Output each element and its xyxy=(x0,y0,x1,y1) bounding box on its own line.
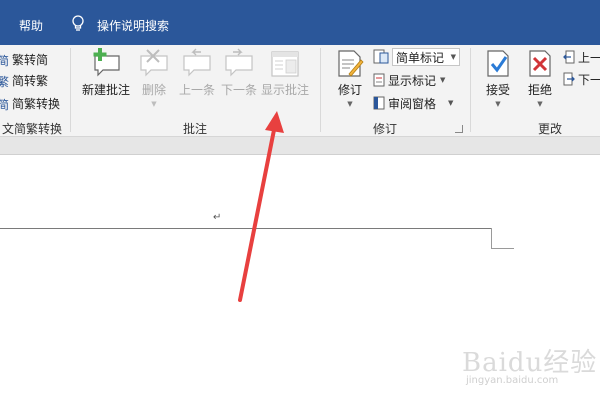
reviewing-pane-icon xyxy=(373,96,385,110)
accept-button[interactable]: 接受 ▼ xyxy=(480,48,516,116)
next-change-icon xyxy=(563,72,575,86)
tracking-group-label: 修订 xyxy=(372,122,397,136)
comments-group-label: 批注 xyxy=(182,122,207,136)
page-edge-line xyxy=(0,228,492,229)
chevron-down-icon: ▼ xyxy=(537,100,543,108)
markup-select[interactable]: 简单标记 ▼ xyxy=(392,48,460,66)
chevron-down-icon: ▼ xyxy=(440,76,446,84)
watermark-logo: Baidu经验 xyxy=(462,348,598,378)
show-comments-icon xyxy=(271,51,299,77)
reject-button[interactable]: 拒绝 ▼ xyxy=(522,48,558,116)
next-change-button[interactable]: 下一 xyxy=(563,70,600,88)
reject-icon xyxy=(529,50,551,77)
trad-to-simp-button[interactable]: 简 繁转简 xyxy=(0,50,48,69)
show-comments-button[interactable]: 显示批注 xyxy=(260,48,310,116)
next-comment-button[interactable]: 下一条 xyxy=(218,48,260,116)
chevron-down-icon: ▼ xyxy=(448,99,454,107)
chevron-down-icon: ▼ xyxy=(495,100,501,108)
chevron-down-icon: ▼ xyxy=(450,53,456,61)
chinese-group-label: 文简繁转换 xyxy=(1,122,62,136)
tab-help[interactable]: 帮助 xyxy=(19,17,43,34)
next-comment-icon xyxy=(225,48,253,77)
chevron-down-icon: ▼ xyxy=(151,100,157,108)
title-tab-bar: 帮助 操作说明搜索 xyxy=(0,0,600,45)
changes-group-label: 更改 xyxy=(537,122,562,136)
paragraph-mark: ↵ xyxy=(213,212,222,223)
new-comment-icon xyxy=(93,48,120,77)
track-changes-button[interactable]: 修订 ▼ xyxy=(332,48,368,116)
margin-corner-mark xyxy=(492,248,514,249)
track-changes-icon xyxy=(338,50,364,77)
trad-simp-icon: 简 xyxy=(0,54,10,68)
show-markup-button[interactable]: 显示标记 ▼ xyxy=(373,71,445,89)
review-ribbon: 简 繁转简 繁 简转繁 简 简繁转换 文简繁转换 新建批注 删除 ▼ 上一条 下… xyxy=(0,45,600,137)
group-divider xyxy=(320,48,321,132)
accept-icon xyxy=(487,50,509,77)
chevron-down-icon: ▼ xyxy=(347,100,353,108)
delete-comment-icon xyxy=(140,49,168,77)
convert-icon: 简 xyxy=(0,98,10,112)
chinese-convert-button[interactable]: 简 简繁转换 xyxy=(0,94,60,113)
reviewing-pane-button[interactable]: 审阅窗格 ▼ xyxy=(373,94,453,112)
markup-icon xyxy=(373,49,389,64)
previous-comment-icon xyxy=(183,48,211,77)
margin-corner-mark xyxy=(491,228,492,249)
tell-me-search[interactable]: 操作说明搜索 xyxy=(97,17,169,34)
simp-to-trad-button[interactable]: 繁 简转繁 xyxy=(0,71,48,90)
lightbulb-icon xyxy=(72,15,84,31)
simp-trad-icon: 繁 xyxy=(0,75,10,89)
group-divider xyxy=(70,48,71,132)
previous-change-icon xyxy=(563,50,575,64)
new-comment-button[interactable]: 新建批注 xyxy=(80,48,132,116)
show-markup-icon xyxy=(373,73,385,87)
delete-comment-button[interactable]: 删除 ▼ xyxy=(137,48,171,116)
previous-change-button[interactable]: 上一 xyxy=(563,48,600,66)
dialog-launcher-icon[interactable] xyxy=(455,125,463,133)
previous-comment-button[interactable]: 上一条 xyxy=(176,48,218,116)
watermark-url: jingyan.baidu.com xyxy=(466,375,559,386)
ruler-band xyxy=(0,137,600,155)
group-divider xyxy=(470,48,471,132)
